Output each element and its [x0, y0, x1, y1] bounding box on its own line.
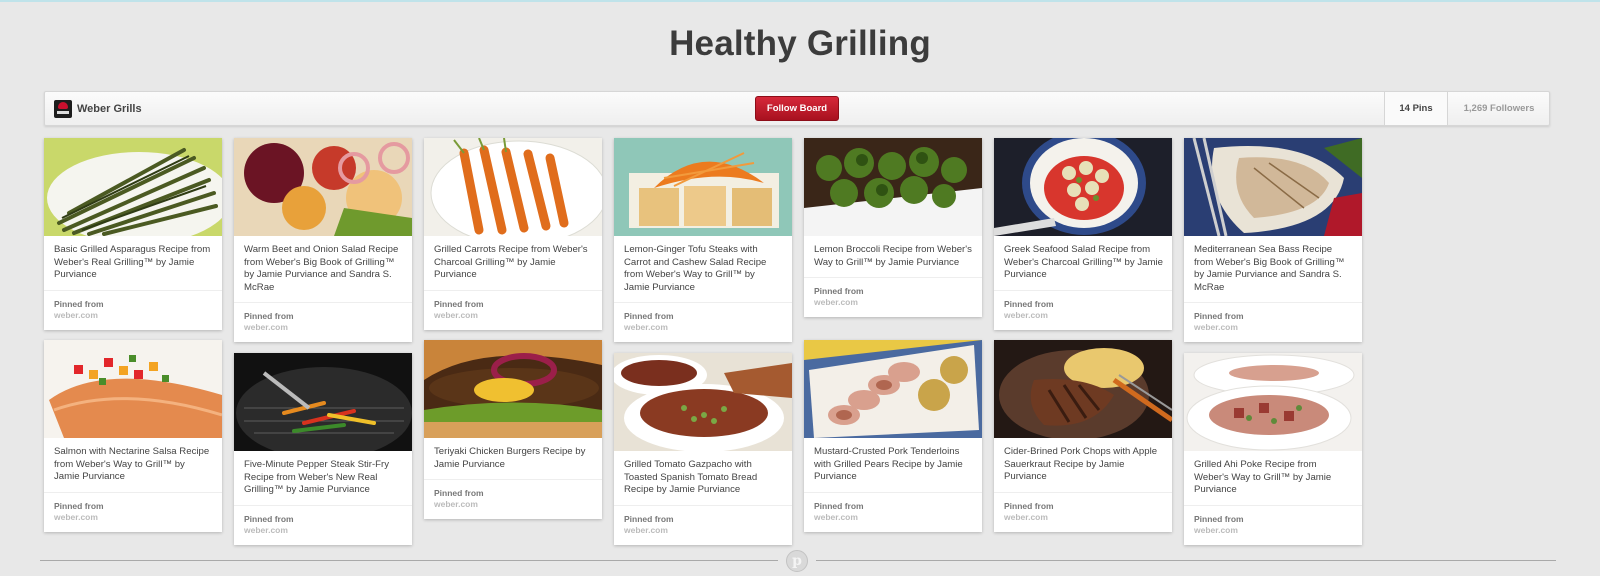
pin-description: Basic Grilled Asparagus Recipe from Webe… — [54, 244, 211, 280]
pinned-from-label: Pinned from — [1194, 311, 1244, 321]
pinned-from-label: Pinned from — [54, 500, 104, 511]
pin-description: Lemon Broccoli Recipe from Weber's Way t… — [814, 244, 972, 268]
source-domain[interactable]: weber.com — [54, 310, 212, 321]
pin-source[interactable]: Pinned from weber.com — [424, 479, 602, 519]
weber-logo-icon[interactable] — [54, 100, 72, 118]
pin-card[interactable]: Basic Grilled Asparagus Recipe from Webe… — [44, 138, 222, 330]
pin-source[interactable]: Pinned from weber.com — [1184, 302, 1362, 342]
ahi-poke-photo[interactable] — [1184, 353, 1362, 451]
pin-source[interactable]: Pinned from weber.com — [614, 504, 792, 545]
board-title: Healthy Grilling — [669, 24, 931, 63]
pin-description: Salmon with Nectarine Salsa Recipe from … — [54, 446, 210, 482]
footer-divider-right — [816, 560, 1556, 561]
pin-description: Grilled Ahi Poke Recipe from Weber's Way… — [1194, 459, 1332, 495]
grilled-carrots-photo[interactable] — [424, 138, 602, 236]
gazpacho-photo[interactable] — [614, 353, 792, 451]
pin-source[interactable]: Pinned from weber.com — [44, 289, 222, 330]
pin-card[interactable]: Lemon-Ginger Tofu Steaks with Carrot and… — [614, 138, 792, 342]
pin-source[interactable]: Pinned from weber.com — [994, 491, 1172, 532]
source-domain[interactable]: weber.com — [434, 310, 592, 321]
pinned-from-label: Pinned from — [814, 500, 864, 511]
pin-source[interactable]: Pinned from weber.com — [614, 302, 792, 342]
seafood-salad-photo[interactable] — [994, 138, 1172, 236]
pin-card[interactable]: Grilled Carrots Recipe from Weber's Char… — [424, 138, 602, 330]
pinned-from-label: Pinned from — [1004, 298, 1054, 309]
pin-source[interactable]: Pinned from weber.com — [804, 491, 982, 532]
pin-source[interactable]: Pinned from weber.com — [234, 302, 412, 342]
source-domain[interactable]: weber.com — [624, 525, 782, 536]
beet-salad-photo[interactable] — [234, 138, 412, 236]
source-domain[interactable]: weber.com — [814, 297, 972, 308]
pin-description: Cider-Brined Pork Chops with Apple Sauer… — [1004, 446, 1158, 482]
pinned-from-label: Pinned from — [244, 513, 294, 524]
source-domain[interactable]: weber.com — [1004, 512, 1162, 523]
pinned-from-label: Pinned from — [244, 311, 294, 321]
pinterest-logo-icon[interactable]: p — [786, 550, 808, 572]
pinned-from-label: Pinned from — [1194, 513, 1244, 524]
pin-source[interactable]: Pinned from weber.com — [424, 289, 602, 330]
pin-description: Lemon-Ginger Tofu Steaks with Carrot and… — [624, 244, 767, 293]
pin-description: Mediterranean Sea Bass Recipe from Weber… — [1194, 244, 1345, 293]
pin-card[interactable]: Lemon Broccoli Recipe from Weber's Way t… — [804, 138, 982, 317]
pin-source[interactable]: Pinned from weber.com — [804, 277, 982, 317]
pin-card[interactable]: Teriyaki Chicken Burgers Recipe by Jamie… — [424, 340, 602, 519]
source-domain[interactable]: weber.com — [814, 512, 972, 523]
asparagus-photo[interactable] — [44, 138, 222, 236]
source-domain[interactable]: weber.com — [1194, 322, 1352, 333]
tofu-steaks-photo[interactable] — [614, 138, 792, 236]
pin-description: Warm Beet and Onion Salad Recipe from We… — [244, 244, 399, 293]
pin-description: Grilled Carrots Recipe from Weber's Char… — [434, 244, 588, 280]
follow-board-button[interactable]: Follow Board — [755, 96, 839, 121]
sea-bass-photo[interactable] — [1184, 138, 1362, 236]
followers-count-tab[interactable]: 1,269 Followers — [1447, 92, 1550, 125]
pin-card[interactable]: Cider-Brined Pork Chops with Apple Sauer… — [994, 340, 1172, 532]
pin-description: Greek Seafood Salad Recipe from Weber's … — [1004, 244, 1163, 280]
pin-description: Teriyaki Chicken Burgers Recipe by Jamie… — [434, 446, 586, 470]
pin-source[interactable]: Pinned from weber.com — [44, 491, 222, 532]
pinned-from-label: Pinned from — [624, 311, 674, 321]
pin-card[interactable]: Mustard-Crusted Pork Tenderloins with Gr… — [804, 340, 982, 532]
pin-card[interactable]: Grilled Ahi Poke Recipe from Weber's Way… — [1184, 353, 1362, 545]
source-domain[interactable]: weber.com — [434, 499, 592, 510]
pinned-from-label: Pinned from — [434, 488, 484, 498]
pinned-from-label: Pinned from — [434, 298, 484, 309]
pork-tenderloin-photo[interactable] — [804, 340, 982, 438]
footer-divider-left — [40, 560, 778, 561]
teriyaki-burger-photo[interactable] — [424, 340, 602, 438]
source-domain[interactable]: weber.com — [1194, 525, 1352, 536]
pin-description: Mustard-Crusted Pork Tenderloins with Gr… — [814, 446, 963, 482]
pin-card[interactable]: Mediterranean Sea Bass Recipe from Weber… — [1184, 138, 1362, 342]
pinned-from-label: Pinned from — [1004, 500, 1054, 511]
source-domain[interactable]: weber.com — [244, 525, 402, 536]
source-domain[interactable]: weber.com — [624, 322, 782, 333]
pin-description: Five-Minute Pepper Steak Stir-Fry Recipe… — [244, 459, 390, 495]
salmon-salsa-photo[interactable] — [44, 340, 222, 438]
board-owner-link[interactable]: Weber Grills — [77, 103, 142, 115]
pin-source[interactable]: Pinned from weber.com — [1184, 504, 1362, 545]
pins-count-tab[interactable]: 14 Pins — [1384, 92, 1447, 125]
pin-source[interactable]: Pinned from weber.com — [994, 289, 1172, 330]
pin-source[interactable]: Pinned from weber.com — [234, 504, 412, 545]
pin-description: Grilled Tomato Gazpacho with Toasted Spa… — [624, 459, 758, 495]
board-header-bar: Weber Grills Follow Board 14 Pins 1,269 … — [44, 91, 1550, 126]
pin-card[interactable]: Greek Seafood Salad Recipe from Weber's … — [994, 138, 1172, 330]
source-domain[interactable]: weber.com — [1004, 310, 1162, 321]
lemon-broccoli-photo[interactable] — [804, 138, 982, 236]
pinned-from-label: Pinned from — [624, 513, 674, 524]
pin-card[interactable]: Salmon with Nectarine Salsa Recipe from … — [44, 340, 222, 532]
source-domain[interactable]: weber.com — [54, 512, 212, 523]
pepper-steak-photo[interactable] — [234, 353, 412, 451]
pin-card[interactable]: Warm Beet and Onion Salad Recipe from We… — [234, 138, 412, 342]
pin-card[interactable]: Grilled Tomato Gazpacho with Toasted Spa… — [614, 353, 792, 545]
pin-card[interactable]: Five-Minute Pepper Steak Stir-Fry Recipe… — [234, 353, 412, 545]
pinned-from-label: Pinned from — [54, 298, 104, 309]
pinned-from-label: Pinned from — [814, 286, 864, 296]
pork-chops-photo[interactable] — [994, 340, 1172, 438]
source-domain[interactable]: weber.com — [244, 322, 402, 333]
